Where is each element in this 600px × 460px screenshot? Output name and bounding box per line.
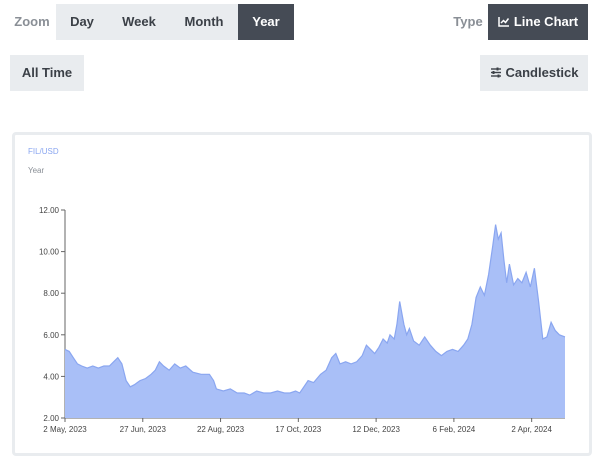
chart-title: FIL/USD: [28, 147, 59, 156]
zoom-year-button[interactable]: Year: [238, 4, 294, 40]
line-chart-label: Line Chart: [513, 14, 579, 29]
y-tick-label: 8.00: [43, 289, 59, 298]
candlestick-button[interactable]: Candlestick: [480, 55, 588, 91]
y-tick-label: 4.00: [43, 372, 59, 381]
candlestick-label: Candlestick: [505, 65, 579, 80]
x-tick-label: 17 Oct, 2023: [275, 425, 321, 434]
zoom-label: Zoom: [14, 14, 50, 29]
x-tick-label: 2 May, 2023: [43, 425, 87, 434]
price-chart: FIL/USD Year 2.00 4.00 6.00 8.00 10.00 12.00 …: [12, 132, 592, 456]
x-tick-label: 12 Dec, 2023: [352, 425, 400, 434]
chart-subtitle: Year: [28, 166, 45, 175]
chart-svg: FIL/USD Year 2.004.006.008.0010.0012.00 …: [28, 147, 566, 434]
y-axis: 2.00 4.00 6.00 8.00 10.00 12.00: [39, 206, 66, 423]
zoom-day-button[interactable]: Day: [56, 4, 108, 40]
y-tick-label: 2.00: [43, 414, 59, 423]
y-tick-label: 6.00: [43, 331, 59, 340]
x-tick-label: 22 Aug, 2023: [197, 425, 245, 434]
zoom-month-button[interactable]: Month: [170, 4, 238, 40]
y-tick-label: 10.00: [39, 248, 60, 257]
y-tick-label: 12.00: [39, 206, 60, 215]
x-tick-label: 27 Jun, 2023: [120, 425, 167, 434]
x-tick-label: 2 Apr, 2024: [511, 425, 552, 434]
x-tick-label: 6 Feb, 2024: [433, 425, 476, 434]
line-chart-button[interactable]: Line Chart: [488, 4, 588, 40]
line-chart-icon: [498, 5, 510, 41]
x-axis: 2 May, 2023 27 Jun, 2023 22 Aug, 2023 17 Oc…: [43, 417, 565, 434]
series-area: [64, 224, 566, 418]
type-label: Type: [453, 14, 483, 29]
zoom-all-time-button[interactable]: All Time: [10, 55, 84, 91]
series-area-fill: [65, 224, 565, 418]
zoom-week-button[interactable]: Week: [108, 4, 170, 40]
sliders-icon: [490, 56, 502, 92]
